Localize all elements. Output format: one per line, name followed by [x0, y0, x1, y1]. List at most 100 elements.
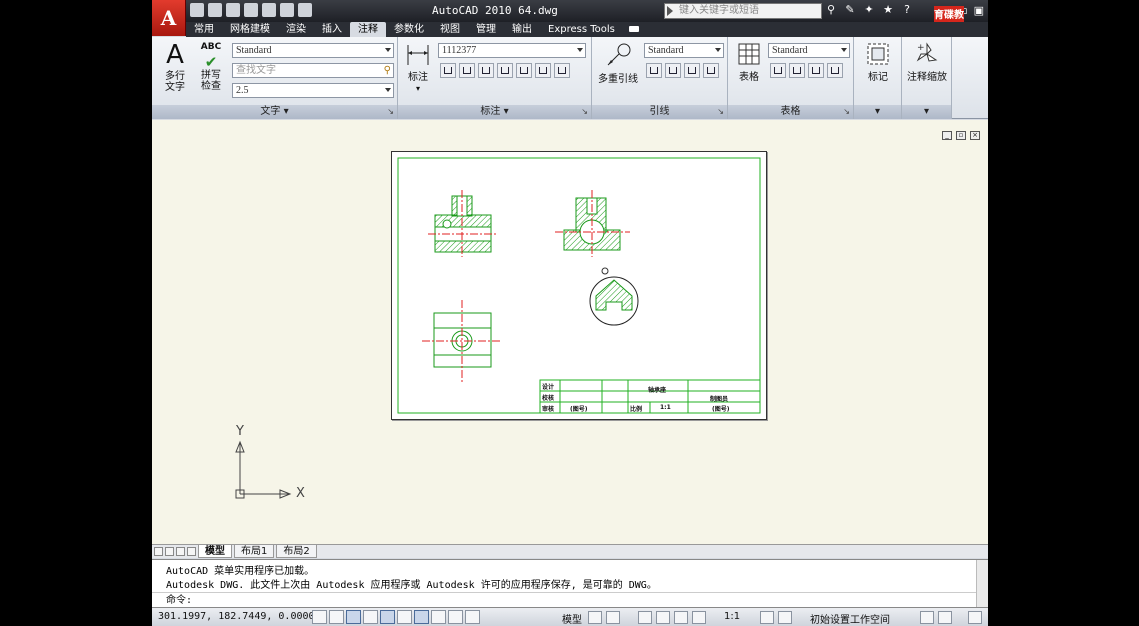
table-button[interactable]: 表格	[734, 41, 764, 83]
dialog-launcher-icon[interactable]: ↘	[717, 105, 724, 119]
markup-panel-title[interactable]: ▾	[854, 105, 901, 119]
continue-dimension-icon[interactable]	[459, 63, 475, 78]
text-height-select[interactable]: 2.5	[232, 83, 394, 98]
pan-icon[interactable]	[638, 611, 652, 624]
download-from-source-icon[interactable]	[808, 63, 824, 78]
tab-model[interactable]: 模型	[198, 545, 232, 558]
dimension-break-icon[interactable]	[497, 63, 513, 78]
undo-icon[interactable]	[244, 3, 258, 17]
model-space-label[interactable]: 模型	[562, 611, 582, 626]
dimension-style-select[interactable]: 1112377	[438, 43, 586, 58]
restore-icon[interactable]: ▣	[974, 4, 984, 17]
text-style-select[interactable]: Standard	[232, 43, 394, 58]
save-icon[interactable]	[226, 3, 240, 17]
qat-dropdown-icon[interactable]	[298, 3, 312, 17]
annotation-visibility-icon[interactable]	[760, 611, 774, 624]
tab-annotate[interactable]: 注释	[350, 22, 386, 37]
auto-scale-icon[interactable]	[778, 611, 792, 624]
extract-data-icon[interactable]	[770, 63, 786, 78]
clean-screen-icon[interactable]	[968, 611, 982, 624]
dialog-launcher-icon[interactable]: ↘	[387, 105, 394, 119]
lineweight-icon[interactable]	[448, 610, 463, 624]
showmotion-icon[interactable]	[692, 611, 706, 624]
quick-properties-icon[interactable]	[465, 610, 480, 624]
spell-check-button[interactable]: ABC ✔ 拼写 检查	[196, 41, 226, 92]
inspect-icon[interactable]	[535, 63, 551, 78]
steering-wheel-icon[interactable]	[674, 611, 688, 624]
ribbon-minimize-icon[interactable]	[628, 26, 639, 32]
workspace-switch[interactable]: 初始设置工作空间	[810, 611, 890, 626]
command-scrollbar[interactable]	[976, 560, 988, 608]
find-icon[interactable]: ⚲	[384, 64, 391, 77]
tab-manage[interactable]: 管理	[468, 22, 504, 37]
last-layout-icon[interactable]	[187, 547, 196, 556]
text-panel-title[interactable]: 文字 ▾ ↘	[152, 105, 397, 119]
command-input[interactable]: 命令:	[152, 592, 976, 607]
table-panel-title[interactable]: 表格 ↘	[728, 105, 853, 119]
communication-center-icon[interactable]: ✦	[862, 3, 876, 17]
tools-icon[interactable]: ✎	[843, 3, 857, 17]
dialog-launcher-icon[interactable]: ↘	[843, 105, 850, 119]
dimension-panel-title[interactable]: 标注 ▾ ↘	[398, 105, 591, 119]
dimension-space-icon[interactable]	[478, 63, 494, 78]
tab-render[interactable]: 渲染	[278, 22, 314, 37]
dynamic-ucs-icon[interactable]	[414, 610, 429, 624]
redo-icon[interactable]	[262, 3, 276, 17]
link-data-icon[interactable]	[789, 63, 805, 78]
hardware-acceleration-icon[interactable]	[938, 611, 952, 624]
snap-mode-icon[interactable]	[312, 610, 327, 624]
application-menu-button[interactable]: A	[152, 0, 186, 36]
grid-display-icon[interactable]	[329, 610, 344, 624]
markup-button[interactable]: 标记	[862, 41, 894, 83]
dimension-button[interactable]: 标注 ▾	[404, 41, 432, 94]
tab-insert[interactable]: 插入	[314, 22, 350, 37]
search-input[interactable]: 键入关键字或短语	[664, 3, 822, 19]
binoculars-icon[interactable]: ⚲	[824, 3, 838, 17]
tab-parametric[interactable]: 参数化	[386, 22, 432, 37]
tab-output[interactable]: 输出	[504, 22, 540, 37]
quick-dimension-icon[interactable]	[440, 63, 456, 78]
multileader-button[interactable]: 多重引线	[596, 41, 640, 85]
object-snap-tracking-icon[interactable]	[397, 610, 412, 624]
multiline-text-button[interactable]: A 多行 文字	[160, 41, 190, 93]
add-leader-icon[interactable]	[646, 63, 662, 78]
multileader-style-select[interactable]: Standard	[644, 43, 724, 58]
drawing-restore-icon[interactable]: ▫	[956, 131, 966, 140]
upload-to-source-icon[interactable]	[827, 63, 843, 78]
tab-layout2[interactable]: 布局2	[276, 545, 317, 558]
collect-leader-icon[interactable]	[703, 63, 719, 78]
annotation-scaling-button[interactable]: + 注释缩放	[904, 41, 950, 83]
remove-leader-icon[interactable]	[665, 63, 681, 78]
coordinate-display[interactable]: 301.1997, 182.7449, 0.0000	[158, 611, 315, 622]
help-icon[interactable]: ?	[900, 3, 914, 17]
leader-panel-title[interactable]: 引线 ↘	[592, 105, 727, 119]
object-snap-icon[interactable]	[380, 610, 395, 624]
new-file-icon[interactable]	[190, 3, 204, 17]
tolerance-icon[interactable]	[516, 63, 532, 78]
print-icon[interactable]	[280, 3, 294, 17]
tab-mesh-modeling[interactable]: 网格建模	[222, 22, 278, 37]
tab-view[interactable]: 视图	[432, 22, 468, 37]
polar-tracking-icon[interactable]	[363, 610, 378, 624]
lock-icon[interactable]	[920, 611, 934, 624]
quick-view-layouts-icon[interactable]	[588, 611, 602, 624]
drawing-minimize-icon[interactable]: _	[942, 131, 952, 140]
drawing-close-icon[interactable]: ×	[970, 131, 980, 140]
align-leader-icon[interactable]	[684, 63, 700, 78]
dynamic-input-icon[interactable]	[431, 610, 446, 624]
favorites-icon[interactable]: ★	[881, 3, 895, 17]
zoom-icon[interactable]	[656, 611, 670, 624]
prev-layout-icon[interactable]	[165, 547, 174, 556]
ortho-mode-icon[interactable]	[346, 610, 361, 624]
table-style-select[interactable]: Standard	[768, 43, 850, 58]
first-layout-icon[interactable]	[154, 547, 163, 556]
tab-home[interactable]: 常用	[186, 22, 222, 37]
jogged-linear-icon[interactable]	[554, 63, 570, 78]
tab-layout1[interactable]: 布局1	[234, 545, 275, 558]
quick-view-drawings-icon[interactable]	[606, 611, 620, 624]
open-file-icon[interactable]	[208, 3, 222, 17]
find-text-input[interactable]: 查找文字 ⚲	[232, 63, 394, 78]
annotation-scale[interactable]: 1:1	[724, 611, 740, 622]
tab-express-tools[interactable]: Express Tools	[540, 22, 623, 37]
drawing-area[interactable]: _ ▫ × 设计 校核 审核 轴承座 比例 1:1 制图员 (图号) (图号) …	[152, 120, 988, 544]
